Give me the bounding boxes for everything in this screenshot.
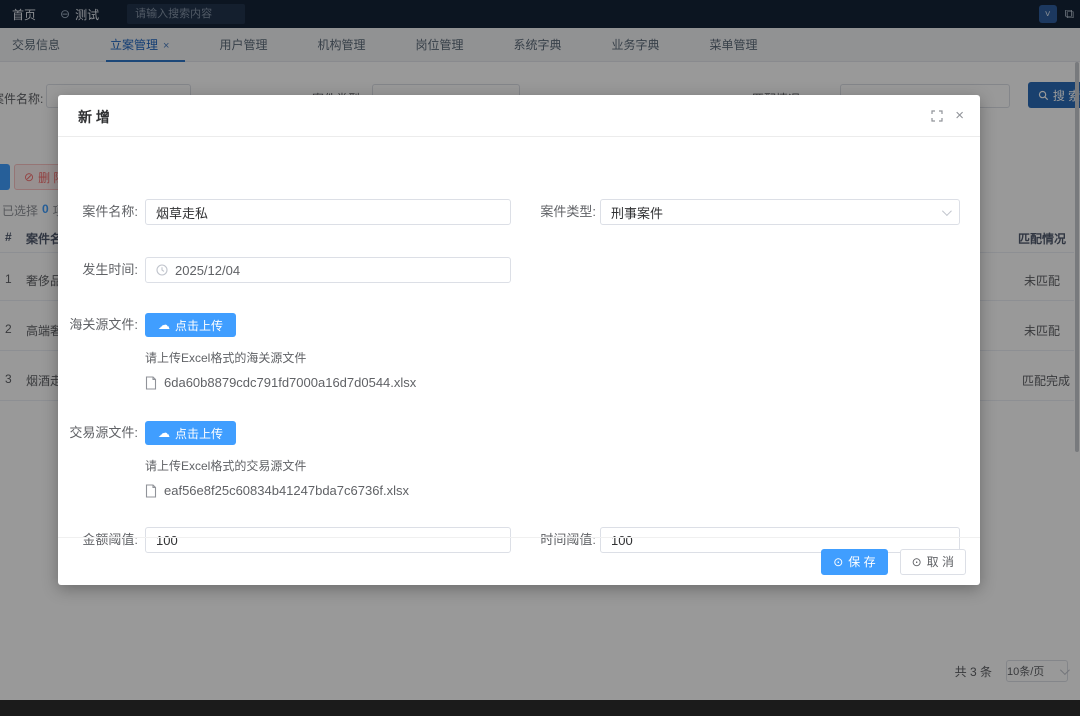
cloud-upload-icon: ☁	[158, 426, 170, 440]
dialog-title: 新 增	[78, 107, 110, 127]
save-button[interactable]: ⊙ 保 存	[821, 549, 887, 575]
trade-file-label: 交易源文件:	[58, 420, 138, 446]
trade-upload-button[interactable]: ☁ 点击上传	[145, 421, 236, 445]
chevron-down-icon	[942, 206, 952, 216]
customs-file-item[interactable]: 6da60b8879cdc791fd7000a16d7d0544.xlsx	[145, 375, 416, 390]
occur-time-picker[interactable]: 2025/12/04	[145, 257, 511, 283]
close-icon[interactable]: ×	[955, 108, 964, 123]
dialog-footer: ⊙ 保 存 ⊙ 取 消	[58, 537, 980, 585]
save-icon: ⊙	[833, 555, 843, 569]
case-name-input[interactable]	[145, 199, 511, 225]
customs-upload-button[interactable]: ☁ 点击上传	[145, 313, 236, 337]
occur-time-label: 发生时间:	[58, 257, 138, 283]
document-icon	[145, 484, 157, 498]
cloud-upload-icon: ☁	[158, 318, 170, 332]
occur-time-value: 2025/12/04	[175, 263, 240, 278]
document-icon	[145, 376, 157, 390]
clock-icon	[156, 264, 168, 276]
case-type-label: 案件类型:	[518, 199, 596, 225]
app-window: 首页 ⊖ 测试 ˅ ⧉ 交易信息 立案管理× 用户管理 机构管理 岗位管理	[0, 0, 1080, 716]
dialog-body: 案件名称: 案件类型: 刑事案件 发生时间: 2025/12/04 海关源文件:…	[58, 137, 980, 547]
customs-upload-hint: 请上传Excel格式的海关源文件	[145, 349, 306, 366]
customs-file-label: 海关源文件:	[58, 312, 138, 338]
trade-file-name: eaf56e8f25c60834b41247bda7c6736f.xlsx	[164, 483, 409, 498]
case-name-label: 案件名称:	[58, 199, 138, 225]
trade-upload-hint: 请上传Excel格式的交易源文件	[145, 457, 306, 474]
fullscreen-icon[interactable]	[931, 110, 943, 122]
case-type-select[interactable]: 刑事案件	[600, 199, 960, 225]
case-type-value: 刑事案件	[611, 203, 663, 222]
cancel-button[interactable]: ⊙ 取 消	[900, 549, 966, 575]
trade-file-item[interactable]: eaf56e8f25c60834b41247bda7c6736f.xlsx	[145, 483, 409, 498]
dialog-header: 新 增 ×	[58, 95, 980, 137]
cancel-icon: ⊙	[912, 555, 922, 569]
add-case-dialog: 新 增 × 案件名称: 案件类型: 刑事案件 发生时间:	[58, 95, 980, 585]
customs-file-name: 6da60b8879cdc791fd7000a16d7d0544.xlsx	[164, 375, 416, 390]
